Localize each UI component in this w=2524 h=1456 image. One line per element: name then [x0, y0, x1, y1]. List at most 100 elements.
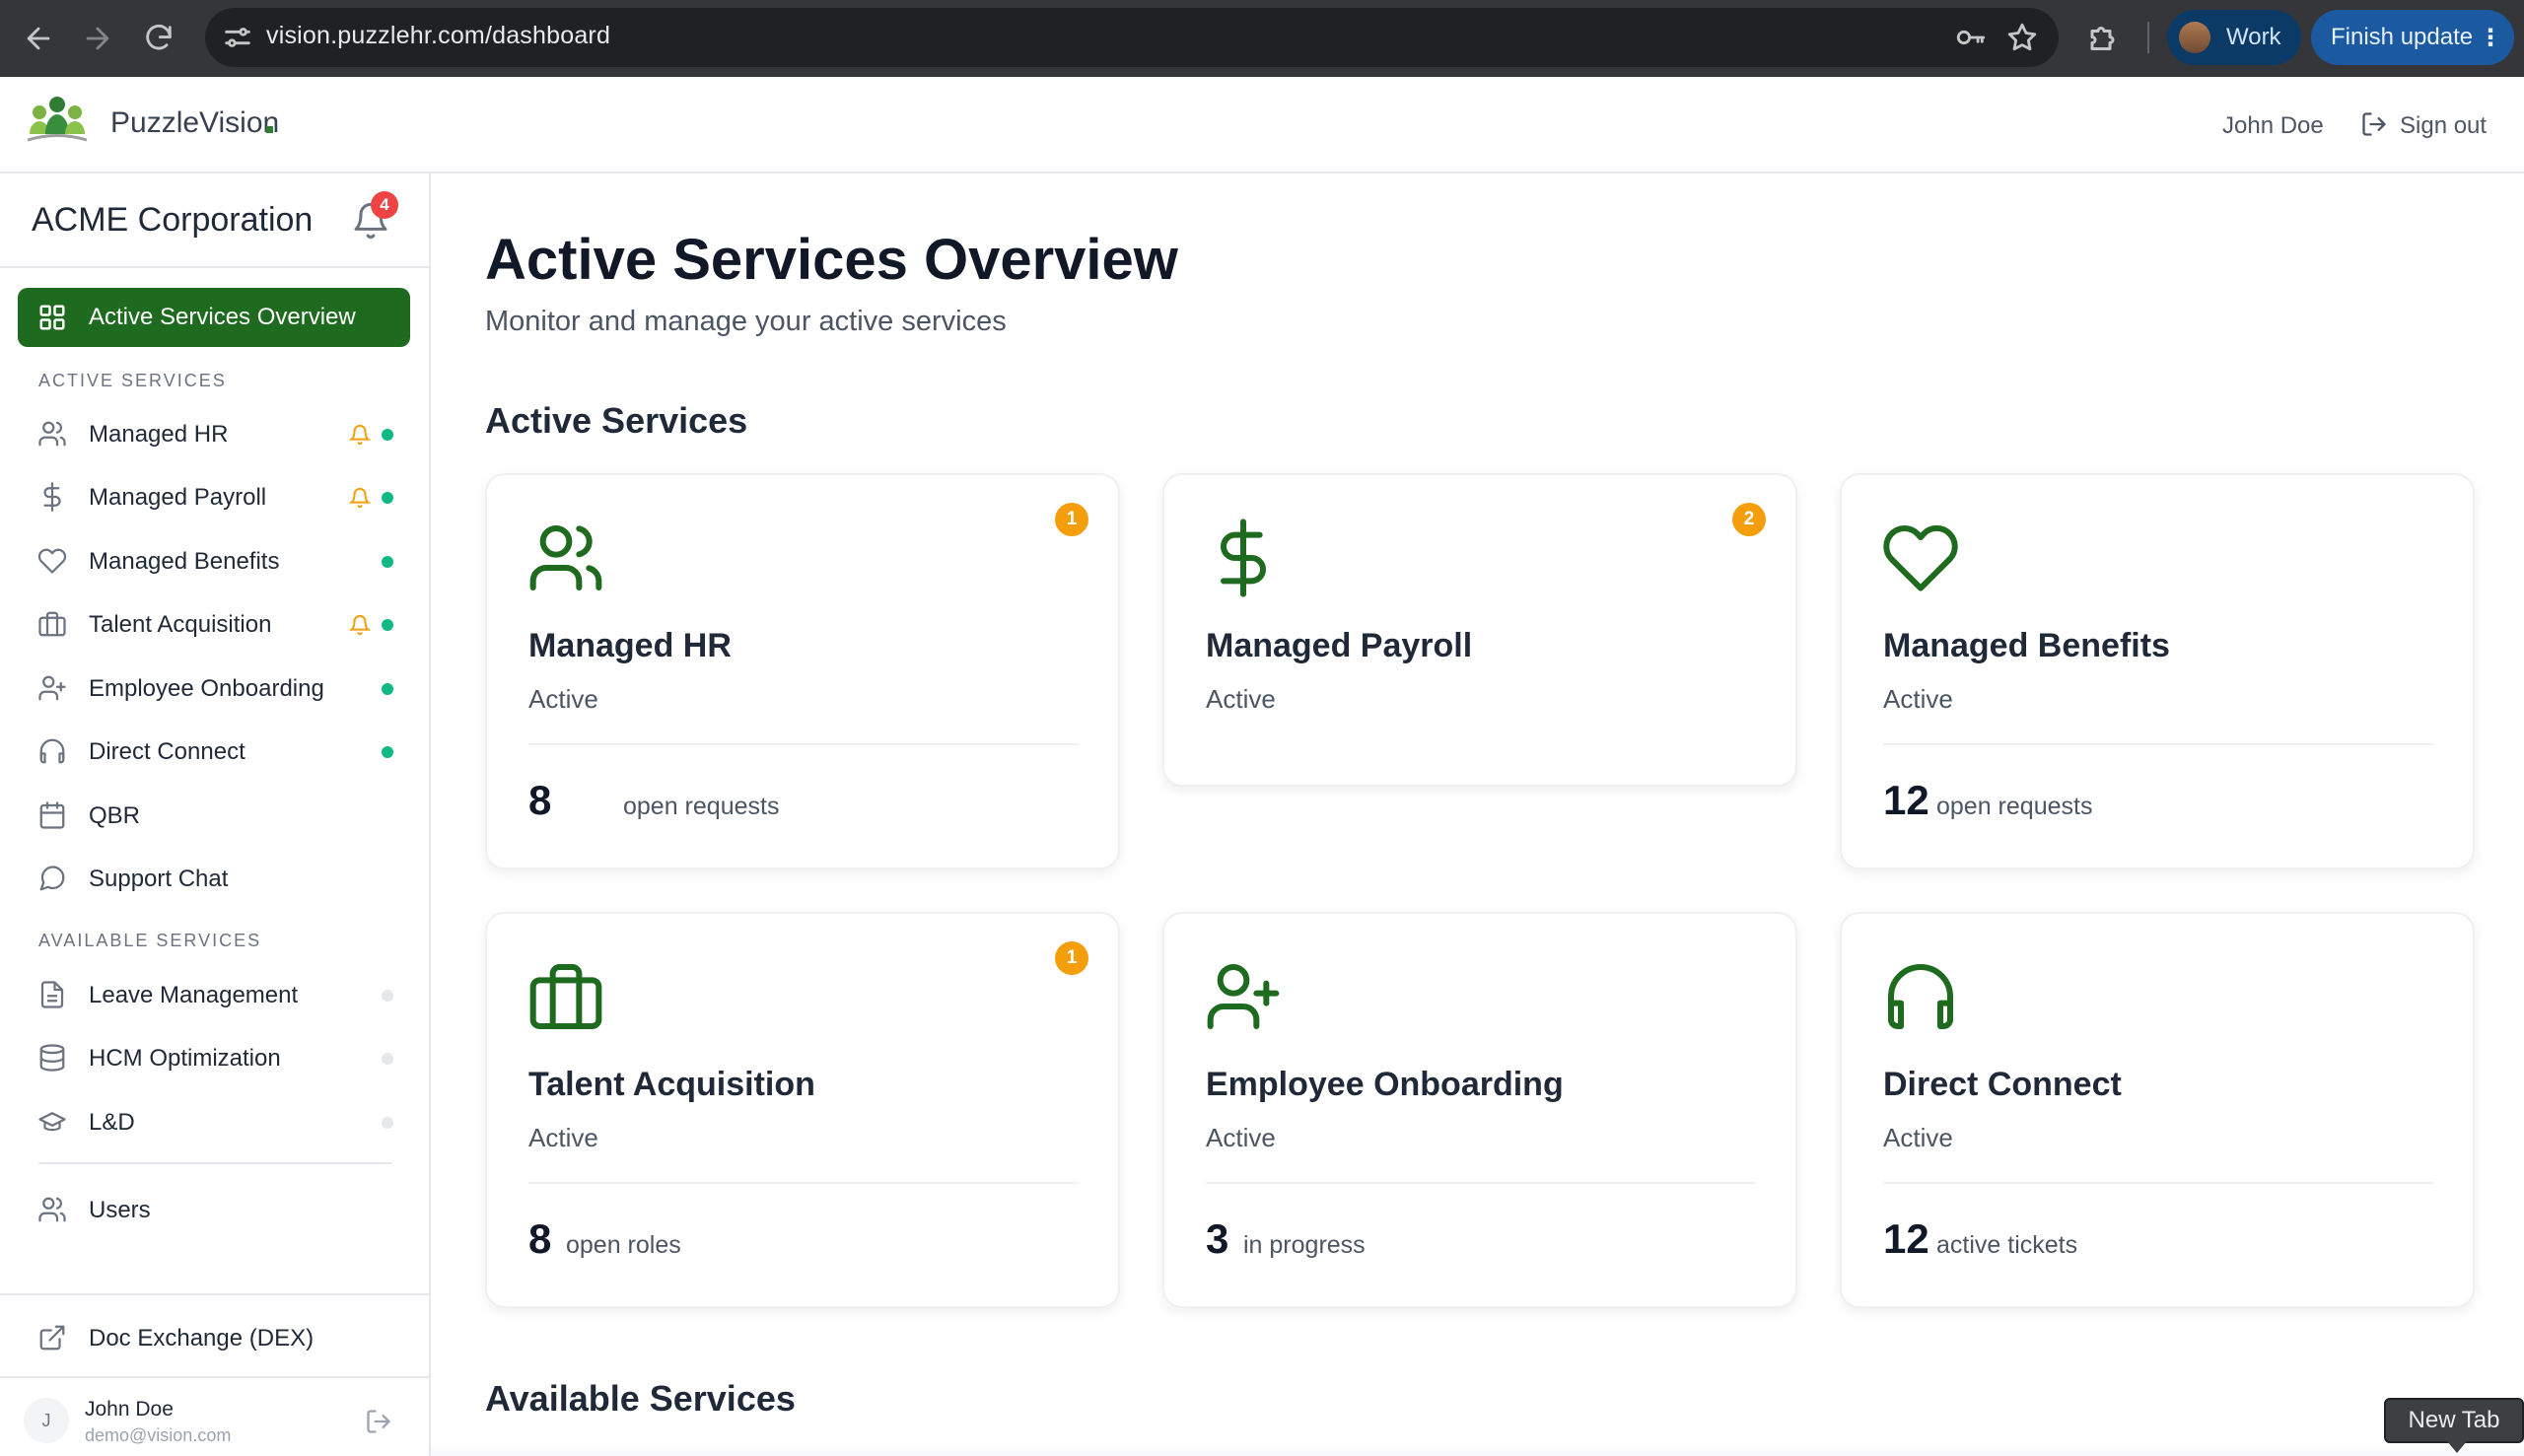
document-icon — [40, 981, 64, 1008]
kebab-menu-icon[interactable]: ⋮ — [2479, 24, 2502, 52]
service-count: 8 — [528, 1215, 552, 1262]
status-dot — [382, 683, 393, 695]
calendar-icon — [39, 801, 65, 829]
service-name: Employee Onboarding — [1206, 1066, 1564, 1103]
sidebar-item-doc-exchange[interactable]: Doc Exchange (DEX) — [18, 1309, 410, 1366]
sidebar-item-label: Managed Benefits — [89, 548, 280, 575]
service-count: 8 — [528, 777, 552, 823]
sidebar-item-label: Support Chat — [89, 866, 229, 892]
service-status: Active — [1206, 684, 1276, 714]
logout-icon[interactable] — [365, 1408, 392, 1435]
sidebar-user-profile[interactable]: J John Doe demo@vision.com — [0, 1378, 429, 1456]
sidebar-item-qbr[interactable]: QBR — [18, 787, 410, 844]
card-divider — [528, 1182, 1079, 1184]
users-icon — [38, 1197, 66, 1222]
sidebar-item-l-and-d[interactable]: L&D — [18, 1093, 410, 1150]
available-services-cards-top — [431, 1443, 2524, 1456]
briefcase-icon — [529, 964, 602, 1029]
status-dot — [382, 556, 393, 568]
sidebar-item-label: Leave Management — [89, 982, 299, 1008]
status-dot — [382, 429, 393, 441]
briefcase-icon — [38, 611, 66, 637]
status-dot — [382, 1053, 393, 1065]
notification-badge: 1 — [1055, 941, 1088, 975]
service-card-managed-benefits[interactable]: Managed Benefits Active 12 open requests — [1840, 473, 2475, 869]
status-dot — [382, 492, 393, 504]
sidebar-item-label: QBR — [89, 802, 141, 829]
sidebar-item-hcm-optimization[interactable]: HCM Optimization — [18, 1029, 410, 1086]
profile-button[interactable]: Work — [2167, 10, 2301, 65]
graduation-cap-icon — [38, 1112, 66, 1132]
address-bar[interactable]: vision.puzzlehr.com/dashboard — [205, 8, 2059, 67]
sidebar-item-label: Users — [89, 1197, 151, 1223]
service-count-unit: in progress — [1243, 1231, 1366, 1259]
notification-badge: 1 — [1055, 503, 1088, 536]
service-card-talent-acquisition[interactable]: 1 Talent Acquisition Active 8 open roles — [485, 912, 1120, 1308]
service-name: Managed Payroll — [1206, 627, 1473, 664]
sidebar-divider — [38, 1162, 391, 1164]
url-text[interactable]: vision.puzzlehr.com/dashboard — [266, 22, 610, 50]
service-card-managed-hr[interactable]: 1 Managed HR Active 8 open requests — [485, 473, 1120, 869]
service-status: Active — [1883, 1123, 1953, 1152]
bookmark-star-icon[interactable] — [2005, 21, 2039, 54]
service-count: 12 — [1883, 1215, 1929, 1262]
organization-name: ACME Corporation — [32, 201, 314, 239]
sidebar-item-label: Doc Exchange (DEX) — [89, 1325, 315, 1352]
service-status: Active — [528, 684, 598, 714]
user-plus-icon — [1207, 964, 1280, 1029]
sidebar-item-managed-hr[interactable]: Managed HR — [18, 405, 410, 462]
notification-badge: 2 — [1732, 503, 1766, 536]
profile-label: Work — [2226, 24, 2281, 50]
sidebar-item-label: Managed HR — [89, 421, 229, 448]
key-icon[interactable] — [1954, 21, 1988, 54]
service-count-unit: open roles — [566, 1231, 681, 1259]
service-count: 12 — [1883, 777, 1929, 823]
chat-icon — [39, 866, 65, 891]
headphones-icon — [39, 738, 65, 764]
service-status: Active — [1883, 684, 1953, 714]
sidebar-item-talent-acquisition[interactable]: Talent Acquisition — [18, 595, 410, 653]
brand-name[interactable]: PuzzleVision — [110, 106, 279, 140]
sidebar-divider — [0, 1293, 429, 1295]
sidebar-item-active-services-overview[interactable]: Active Services Overview — [18, 288, 410, 347]
sidebar-user-email: demo@vision.com — [85, 1425, 232, 1445]
service-card-direct-connect[interactable]: Direct Connect Active 12 active tickets — [1840, 912, 2475, 1308]
status-dot — [382, 990, 393, 1002]
main-content: Active Services Overview Monitor and man… — [431, 173, 2524, 1456]
tooltip-arrow — [2447, 1441, 2467, 1453]
sidebar-item-direct-connect[interactable]: Direct Connect — [18, 723, 410, 780]
service-count-unit: open requests — [1936, 793, 2093, 820]
back-icon[interactable] — [22, 22, 55, 55]
heart-icon — [1883, 524, 1958, 591]
user-plus-icon — [38, 675, 66, 701]
forward-icon[interactable] — [81, 22, 114, 55]
sidebar-item-label: Direct Connect — [89, 738, 245, 765]
sidebar-item-label: L&D — [89, 1109, 135, 1136]
sidebar-item-managed-payroll[interactable]: Managed Payroll — [18, 468, 410, 525]
active-services-heading: Active Services — [485, 400, 748, 441]
finish-update-button[interactable]: Finish update ⋮ — [2311, 10, 2514, 65]
extensions-icon[interactable] — [2086, 21, 2122, 56]
reload-icon[interactable] — [142, 22, 175, 55]
sidebar-item-employee-onboarding[interactable]: Employee Onboarding — [18, 659, 410, 717]
sign-out-icon — [2362, 112, 2386, 136]
card-divider — [1206, 1182, 1756, 1184]
users-icon — [38, 421, 66, 447]
card-divider — [1883, 743, 2433, 745]
service-card-employee-onboarding[interactable]: Employee Onboarding Active 3 in progress — [1162, 912, 1797, 1308]
sidebar-item-label: Active Services Overview — [89, 304, 356, 330]
sidebar-item-leave-management[interactable]: Leave Management — [18, 966, 410, 1023]
profile-avatar — [2179, 22, 2210, 53]
heart-icon — [37, 548, 67, 574]
alert-bell-icon — [349, 487, 371, 509]
sidebar-divider — [0, 266, 429, 268]
service-count: 3 — [1206, 1215, 1229, 1262]
sidebar-item-managed-benefits[interactable]: Managed Benefits — [18, 532, 410, 589]
service-card-managed-payroll[interactable]: 2 Managed Payroll Active — [1162, 473, 1797, 787]
puzzlevision-logo-icon[interactable] — [26, 95, 89, 148]
dollar-icon — [1221, 519, 1266, 597]
sidebar-item-support-chat[interactable]: Support Chat — [18, 850, 410, 907]
site-settings-icon[interactable] — [221, 21, 254, 54]
sidebar-item-users[interactable]: Users — [18, 1181, 410, 1238]
avatar: J — [24, 1398, 69, 1443]
